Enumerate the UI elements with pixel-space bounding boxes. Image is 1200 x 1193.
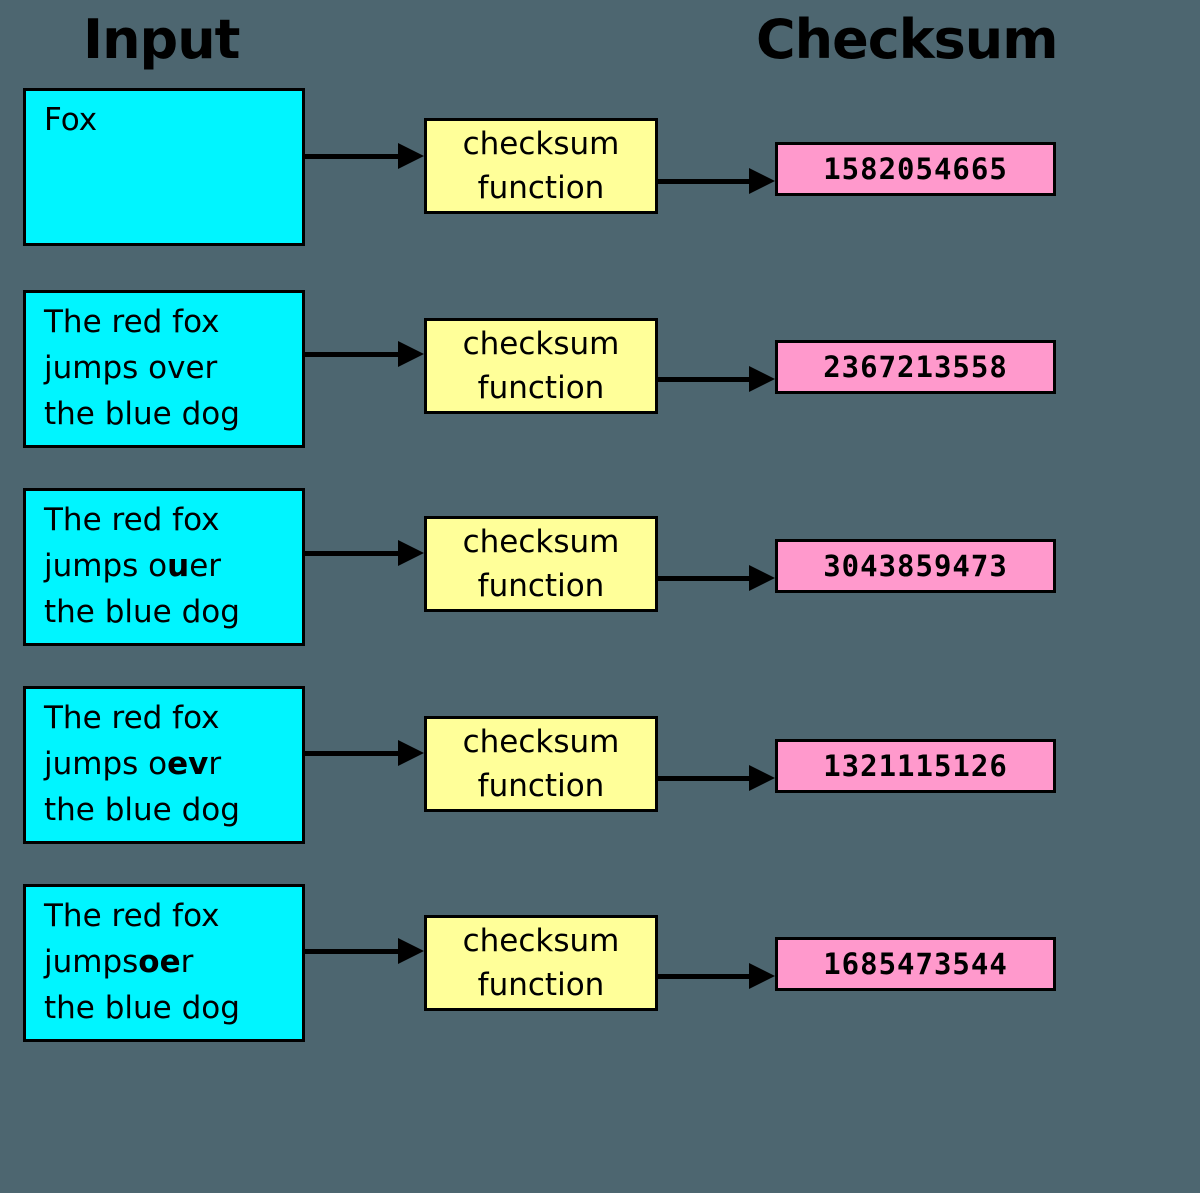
arrow-head-icon [398,143,424,169]
checksum-value-box[interactable]: 3043859473 [775,539,1056,593]
arrow-shaft [305,751,398,756]
checksum-function-box[interactable]: checksum function [424,516,658,612]
input-box[interactable]: The red fox jumps over the blue dog [23,290,305,448]
arrow-function-to-checksum [658,963,775,989]
arrow-input-to-function [305,341,424,367]
arrow-function-to-checksum [658,168,775,194]
input-text-modified: oe [138,944,181,980]
checksum-value-box[interactable]: 2367213558 [775,340,1056,394]
checksum-value-box[interactable]: 1685473544 [775,937,1056,991]
page-title-checksum: Checksum [756,8,1058,71]
arrow-input-to-function [305,938,424,964]
input-box[interactable]: The red fox jumps oevr the blue dog [23,686,305,844]
input-text-modified: ev [167,746,209,782]
arrow-head-icon [398,938,424,964]
input-box[interactable]: The red fox jumpsoer the blue dog [23,884,305,1042]
arrow-function-to-checksum [658,565,775,591]
input-box[interactable]: Fox [23,88,305,246]
arrow-head-icon [749,366,775,392]
arrow-shaft [305,949,398,954]
arrow-input-to-function [305,540,424,566]
arrow-head-icon [398,341,424,367]
page-title-input: Input [83,8,240,71]
checksum-value-box[interactable]: 1321115126 [775,739,1056,793]
arrow-shaft [658,576,749,581]
function-label-line1: checksum [462,524,620,560]
arrow-head-icon [749,963,775,989]
input-box[interactable]: The red fox jumps ouer the blue dog [23,488,305,646]
function-label-line2: function [477,170,605,206]
function-label-line2: function [477,768,605,804]
function-label-line1: checksum [462,923,620,959]
diagram-canvas: Input Checksum Fox checksum function 158205… [0,0,1200,1193]
arrow-function-to-checksum [658,366,775,392]
function-label-line1: checksum [462,724,620,760]
arrow-head-icon [749,168,775,194]
arrow-shaft [658,179,749,184]
arrow-shaft [658,776,749,781]
arrow-head-icon [749,765,775,791]
arrow-shaft [658,974,749,979]
function-label-line1: checksum [462,326,620,362]
checksum-value-box[interactable]: 1582054665 [775,142,1056,196]
arrow-input-to-function [305,740,424,766]
checksum-function-box[interactable]: checksum function [424,318,658,414]
arrow-shaft [305,352,398,357]
checksum-function-box[interactable]: checksum function [424,915,658,1011]
function-label-line2: function [477,370,605,406]
arrow-shaft [305,154,398,159]
arrow-shaft [658,377,749,382]
input-text-modified: u [167,548,190,584]
function-label-line2: function [477,568,605,604]
arrow-function-to-checksum [658,765,775,791]
checksum-function-box[interactable]: checksum function [424,716,658,812]
input-text-segment: Fox [44,102,98,138]
arrow-input-to-function [305,143,424,169]
arrow-head-icon [398,540,424,566]
arrow-head-icon [398,740,424,766]
input-text-segment: The red fox jumps over the blue dog [44,304,240,432]
arrow-head-icon [749,565,775,591]
checksum-function-box[interactable]: checksum function [424,118,658,214]
arrow-shaft [305,551,398,556]
function-label-line1: checksum [462,126,620,162]
function-label-line2: function [477,967,605,1003]
